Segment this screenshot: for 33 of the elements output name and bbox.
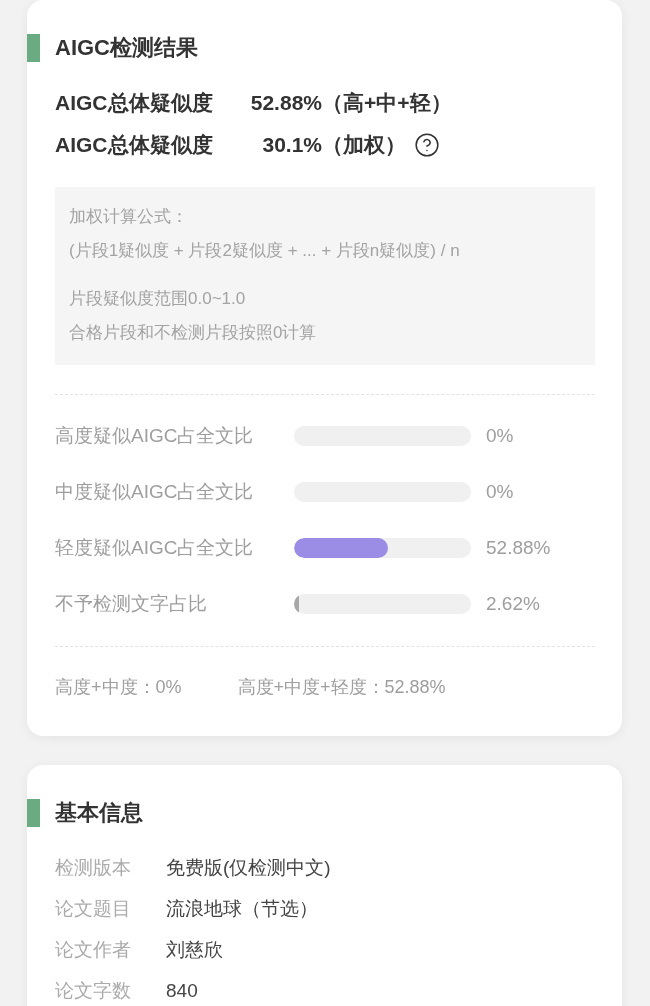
section-title: 基本信息 bbox=[55, 799, 143, 827]
formula-note: 片段疑似度范围0.0~1.0 bbox=[69, 288, 247, 310]
summary-value: 30.1% bbox=[261, 132, 322, 158]
accent-bar-icon bbox=[27, 799, 40, 827]
total-text: 高度+中度：0% bbox=[55, 676, 182, 699]
ratio-value: 2.62% bbox=[486, 592, 540, 616]
info-label: 论文题目 bbox=[55, 896, 132, 921]
ratio-value: 0% bbox=[486, 480, 514, 504]
info-label: 论文字数 bbox=[55, 978, 132, 1003]
info-label: 检测版本 bbox=[55, 855, 132, 880]
ratio-label: 中度疑似AIGC占全文比 bbox=[55, 480, 255, 504]
summary-qualifier: （加权） bbox=[322, 132, 406, 158]
info-value: 流浪地球（节选） bbox=[166, 896, 318, 921]
ratio-value: 52.88% bbox=[486, 536, 551, 560]
accent-bar-icon bbox=[27, 34, 40, 62]
ratio-label: 轻度疑似AIGC占全文比 bbox=[55, 536, 255, 560]
help-icon[interactable] bbox=[414, 132, 440, 158]
ratio-value: 0% bbox=[486, 424, 514, 448]
info-label: 论文作者 bbox=[55, 937, 132, 962]
formula-note: 合格片段和不检测片段按照0计算 bbox=[69, 322, 318, 344]
ratio-label: 高度疑似AIGC占全文比 bbox=[55, 424, 255, 448]
info-value: 840 bbox=[166, 978, 198, 1003]
summary-qualifier: （高+中+轻） bbox=[322, 90, 452, 116]
ratio-label: 不予检测文字占比 bbox=[55, 592, 208, 616]
section-title: AIGC检测结果 bbox=[55, 34, 198, 62]
formula-title: 加权计算公式： bbox=[69, 206, 189, 228]
summary-label: AIGC总体疑似度 bbox=[55, 132, 214, 158]
formula-text: (片段1疑似度 + 片段2疑似度 + ... + 片段n疑似度) / n bbox=[69, 240, 461, 262]
total-text: 高度+中度+轻度：52.88% bbox=[237, 676, 446, 699]
summary-label: AIGC总体疑似度 bbox=[55, 90, 214, 116]
info-value: 免费版(仅检测中文) bbox=[166, 855, 331, 880]
summary-value: 52.88% bbox=[250, 90, 322, 116]
info-value: 刘慈欣 bbox=[166, 937, 223, 962]
